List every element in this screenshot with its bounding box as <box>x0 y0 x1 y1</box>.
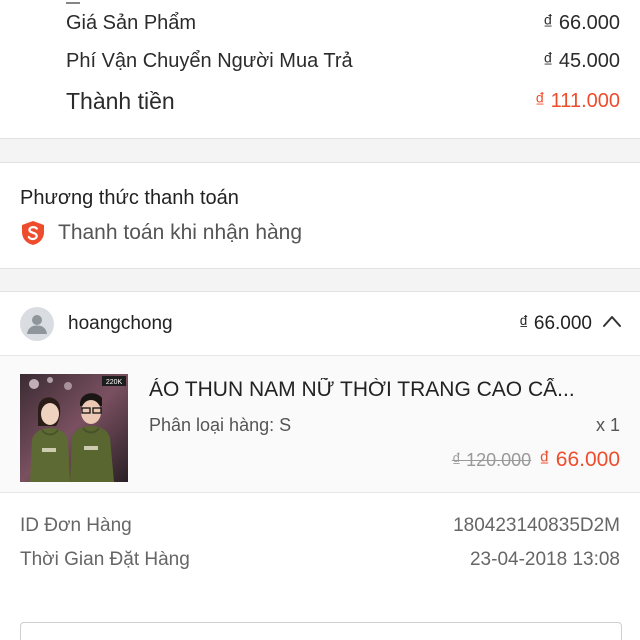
order-time-value: 23-04-2018 13:08 <box>469 549 620 570</box>
price-summary-section: Giá Sản Phẩm ₫ 66.000 Phí Vận Chuyển Ngư… <box>0 0 640 139</box>
shop-total: ₫ 66.000 <box>518 313 592 334</box>
order-total-row: Thành tiền ₫ 111.000 <box>66 88 620 115</box>
shipping-fee-value: ₫ 45.000 <box>543 50 620 72</box>
order-info-section: ID Đơn Hàng 180423140835D2M Thời Gian Đặ… <box>0 493 640 603</box>
product-price: ₫ 66.000 <box>539 448 620 471</box>
order-time-row: Thời Gian Đặt Hàng 23-04-2018 13:08 <box>20 549 620 571</box>
shipping-fee-label: Phí Vận Chuyển Người Mua Trả <box>66 50 353 72</box>
order-section: hoangchong ₫ 66.000 220K ÁO THUN NAM NỮ … <box>0 291 640 640</box>
shopee-shield-icon <box>22 221 44 245</box>
product-price-label: Giá Sản Phẩm <box>66 12 197 34</box>
bottom-action-button[interactable] <box>20 622 622 640</box>
payment-method-section: Phương thức thanh toán Thanh toán khi nh… <box>0 162 640 269</box>
payment-method-item: Thanh toán khi nhận hàng <box>20 220 302 246</box>
product-price-value: ₫ 66.000 <box>543 12 620 34</box>
product-price-row: Giá Sản Phẩm ₫ 66.000 <box>66 12 620 35</box>
product-prices: ₫ 120.000 ₫ 66.000 <box>452 448 620 472</box>
shipping-fee-row: Phí Vận Chuyển Người Mua Trả ₫ 45.000 <box>66 50 620 73</box>
order-id-row: ID Đơn Hàng 180423140835D2M <box>20 515 620 537</box>
user-placeholder-icon <box>27 315 47 334</box>
shop-name[interactable]: hoangchong <box>68 313 173 335</box>
product-original-price: ₫ 120.000 <box>451 450 532 470</box>
product-thumbnail[interactable]: 220K <box>20 374 128 482</box>
order-detail-page: Giá Sản Phẩm ₫ 66.000 Phí Vận Chuyển Ngư… <box>0 0 640 640</box>
product-name[interactable]: ÁO THUN NAM NỮ THỜI TRANG CAO CẤ... <box>149 378 619 402</box>
payment-method-title: Phương thức thanh toán <box>20 187 239 209</box>
order-id-label: ID Đơn Hàng <box>20 515 132 536</box>
shop-header-row[interactable]: hoangchong ₫ 66.000 <box>0 292 640 356</box>
chevron-up-icon[interactable] <box>602 314 622 328</box>
order-time-label: Thời Gian Đặt Hàng <box>20 549 190 570</box>
product-item[interactable]: 220K ÁO THUN NAM NỮ THỜI TRANG CAO CẤ... <box>0 356 640 493</box>
product-variant: Phân loại hàng: S <box>149 415 292 435</box>
order-total-value: ₫ 111.000 <box>534 90 620 112</box>
order-total-label: Thành tiền <box>66 88 175 114</box>
clipped-text-fragment <box>66 0 80 4</box>
order-id-value: 180423140835D2M <box>453 515 620 536</box>
shop-avatar <box>20 307 54 341</box>
payment-method-text: Thanh toán khi nhận hàng <box>58 221 303 244</box>
product-quantity: x 1 <box>595 415 620 435</box>
couple-tshirt-photo: 220K <box>20 374 128 482</box>
thumb-badge: 220K <box>106 379 123 386</box>
